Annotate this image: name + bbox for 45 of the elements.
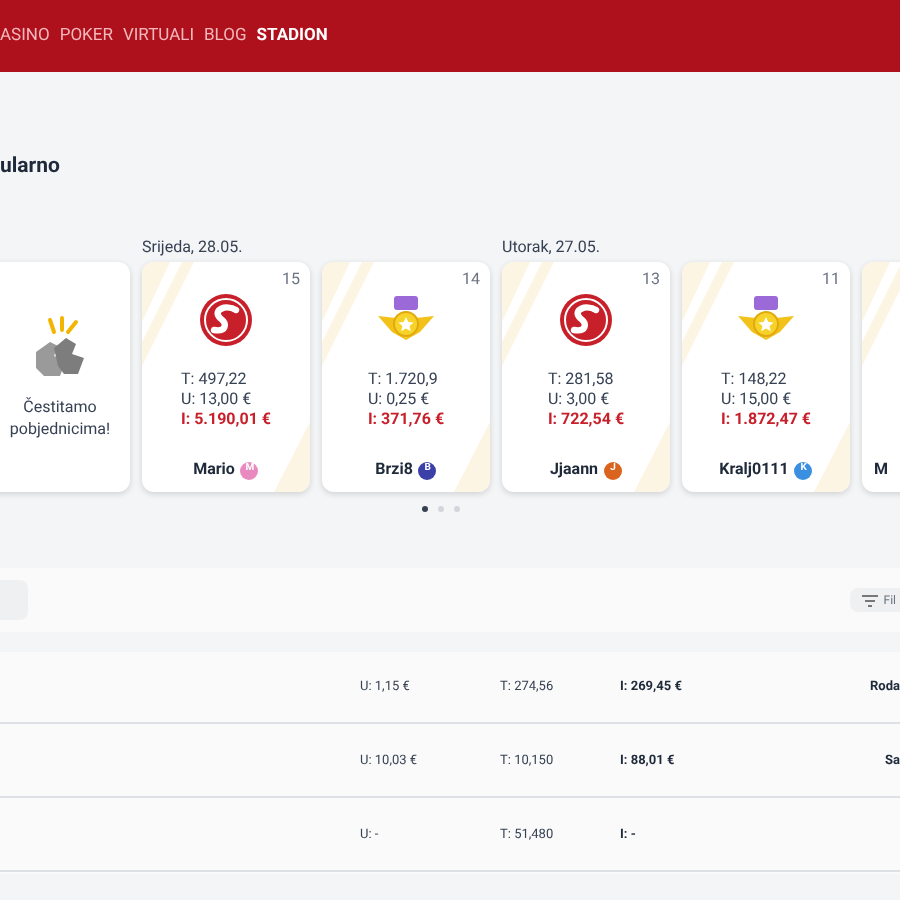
username: Brzi8	[375, 458, 413, 482]
filter-icon	[861, 593, 878, 607]
rank-number: 11	[822, 268, 840, 290]
username: Mario	[193, 458, 235, 482]
stat-text: T: 497,22	[181, 370, 247, 390]
winnings-text: I: 5.190,01 €	[181, 410, 271, 430]
rank-number: 13	[642, 268, 660, 290]
winner-card[interactable]: M	[862, 262, 900, 492]
winnings-text: I: 722,54 €	[547, 410, 625, 430]
stripe-decoration	[502, 262, 554, 366]
stat-text: U: 3,00 €	[547, 390, 610, 410]
congratulations-text: Čestitamo pobjednicima!	[7, 395, 113, 439]
date-label: Utorak, 27.05.	[502, 238, 601, 256]
stripe-decoration	[274, 422, 310, 492]
stripe-decoration	[682, 262, 734, 366]
stripe-decoration	[142, 262, 194, 366]
stat-text: T: 148,22	[721, 370, 787, 390]
stripe-decoration	[814, 422, 850, 492]
rank-number: 15	[282, 268, 300, 290]
nav-link[interactable]: STADION	[256, 23, 328, 49]
stripe-decoration	[862, 262, 900, 366]
nav-link[interactable]: ASINO	[0, 23, 50, 49]
section-heading: ularno	[0, 152, 62, 180]
logo-icon	[558, 292, 614, 348]
stat-text: U: 15,00 €	[721, 390, 792, 410]
username: M	[874, 458, 889, 482]
medal-icon	[736, 294, 796, 346]
stat-text: U: 13,00 €	[181, 390, 252, 410]
stat-text: T: 281,58	[547, 370, 614, 390]
nav-link[interactable]: BLOG	[204, 23, 247, 49]
medal-icon	[376, 294, 436, 346]
date-label: Srijeda, 28.05.	[142, 238, 243, 256]
nav-link[interactable]: VIRTUALI	[122, 23, 195, 49]
stripe-decoration	[634, 422, 670, 492]
winnings-text: I: 371,76 €	[367, 410, 445, 430]
logo-icon	[198, 292, 254, 348]
username: Jjaann	[549, 458, 599, 482]
stripe-decoration	[454, 422, 490, 492]
rank-number: 14	[462, 268, 480, 290]
stat-text: U: 0,25 €	[367, 390, 430, 410]
winnings-text: I: 1.872,47 €	[721, 410, 811, 430]
stat-text: T: 1.720,9	[367, 370, 438, 390]
stripe-decoration	[322, 262, 374, 366]
username: Kralj0111	[719, 458, 789, 482]
nav-link[interactable]: POKER	[59, 23, 113, 49]
